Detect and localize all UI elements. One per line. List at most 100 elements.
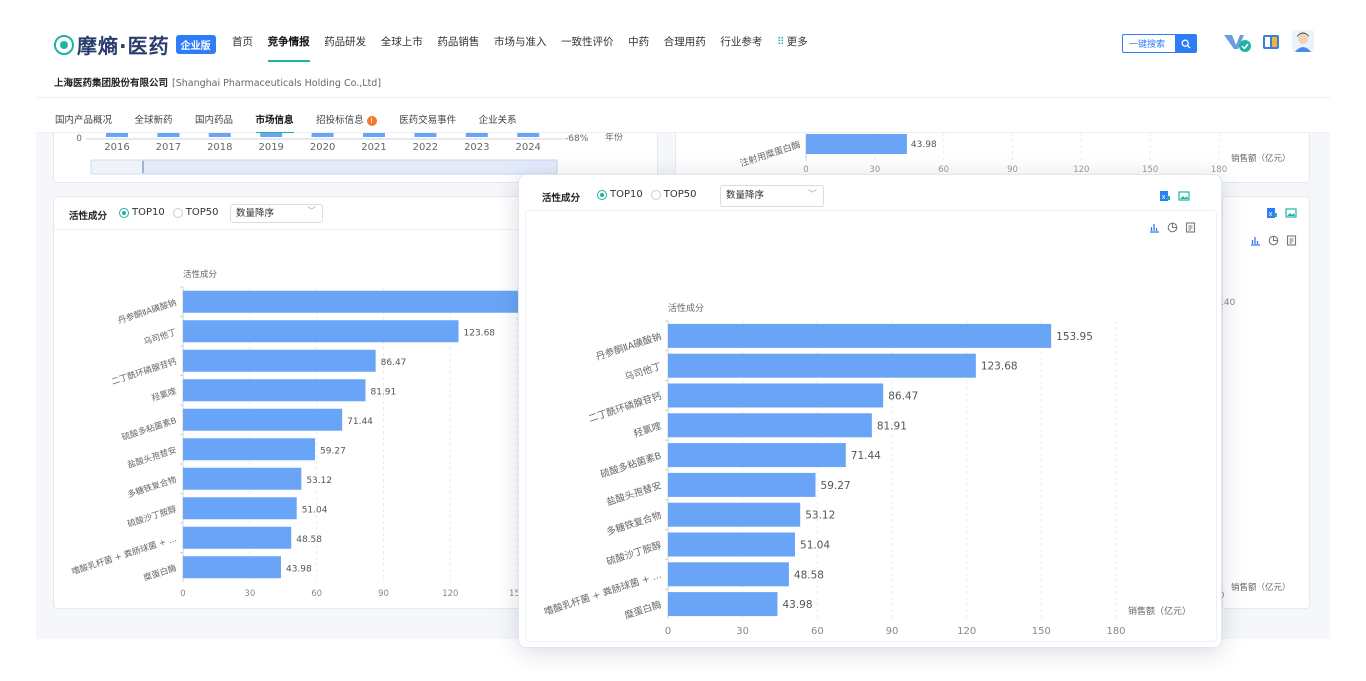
category-label: 硫酸多粘菌素B <box>599 450 663 481</box>
bar <box>806 134 907 154</box>
svg-text:x: x <box>1269 210 1273 218</box>
bar-value-label: 123.68 <box>981 361 1018 373</box>
avatar-icon[interactable] <box>1292 30 1314 52</box>
bar <box>668 413 872 438</box>
x-tick-label: 120 <box>442 589 458 599</box>
svg-text:x: x <box>1162 193 1166 201</box>
book-icon[interactable] <box>1262 33 1280 51</box>
right-panel-background: x .40 销售额（亿元） 0 <box>1219 196 1310 609</box>
brand-logo[interactable]: 摩熵·医药 企业版 <box>54 30 216 59</box>
excel-export-icon[interactable]: x <box>1159 190 1171 202</box>
table-view-icon[interactable] <box>1286 235 1297 246</box>
category-label: 二丁酰环磷腺苷钙 <box>587 390 663 425</box>
tab-label: 企业关系 <box>478 115 517 126</box>
menu-item-0[interactable]: 首页 <box>232 34 253 49</box>
tab-6[interactable]: 企业关系 <box>479 112 517 126</box>
zoom-slider-handle[interactable] <box>142 161 144 173</box>
bar <box>668 592 778 617</box>
pct-axis-label: -68% <box>565 134 589 144</box>
year-bar-stub <box>363 133 385 137</box>
popup-top-n-radio-group: TOP10 TOP50 <box>597 189 704 200</box>
excel-export-icon[interactable]: x <box>1266 207 1278 219</box>
ingredient-sales-chart: 0 30 60 90 120 150 180 活性成分销售额（亿元） 153.95 丹参酮ⅡA磺酸… <box>543 302 1191 637</box>
popup-radio-top10-label: TOP10 <box>610 189 643 200</box>
bar-value-label: 71.44 <box>851 450 881 462</box>
panel-title: 活性成分 <box>69 211 108 222</box>
menu-item-9[interactable]: 行业参考 <box>720 34 762 49</box>
bar-value-label: 86.47 <box>381 358 407 368</box>
year-tick-label: 2022 <box>413 142 438 153</box>
quick-search[interactable]: 一键搜索 <box>1122 34 1197 53</box>
bar-value-label: 81.91 <box>370 387 396 397</box>
bar-value-label: 53.12 <box>805 510 835 522</box>
tab-0[interactable]: 国内产品概况 <box>55 112 112 126</box>
bar-value-label: 51.04 <box>800 540 830 552</box>
x-tick-label: 180 <box>1106 626 1125 637</box>
menu-item-5[interactable]: 市场与准入 <box>494 34 547 49</box>
popup-title: 活性成分 <box>542 193 581 204</box>
radio-top50[interactable] <box>172 207 183 218</box>
year-bar-stub <box>208 133 231 137</box>
menu-item-7[interactable]: 中药 <box>628 34 649 49</box>
bar <box>668 532 796 557</box>
quick-search-label: 一键搜索 <box>1129 40 1166 50</box>
tab-1[interactable]: 全球新药 <box>135 112 173 126</box>
tab-label: 医药交易事件 <box>399 115 457 126</box>
tab-3[interactable]: 市场信息 <box>255 112 294 134</box>
popup-radio-top50[interactable] <box>650 189 661 200</box>
menu-item-1[interactable]: 竞争情报 <box>267 34 310 62</box>
year-tick-label: 2021 <box>361 142 386 153</box>
zoom-slider-range[interactable] <box>142 159 558 175</box>
company-name-en: [Shanghai Pharmaceuticals Holding Co.,Lt… <box>172 78 382 89</box>
bar <box>183 497 297 520</box>
category-label: 糜蛋白酶 <box>142 562 178 583</box>
menu-item-2[interactable]: 药品研发 <box>324 34 366 49</box>
x-tick-label: 90 <box>378 589 389 599</box>
radio-top10-label: TOP10 <box>132 207 165 218</box>
x-tick-label: 0 <box>665 626 671 637</box>
bar-value-label: 123.68 <box>464 328 496 338</box>
x-axis-name: 销售额（亿元） <box>1128 605 1191 617</box>
menu-more[interactable]: ⠿ 更多 <box>777 34 808 49</box>
menu-item-4[interactable]: 药品销售 <box>437 34 479 49</box>
popup-radio-top10[interactable] <box>597 189 607 200</box>
x-tick-label: 30 <box>736 626 749 637</box>
menu-item-6[interactable]: 一致性评价 <box>561 34 614 49</box>
search-button[interactable] <box>1175 35 1196 52</box>
radio-top10[interactable] <box>119 207 129 218</box>
popup-sort-select[interactable]: 数量降序 <box>720 185 824 207</box>
tab-5[interactable]: 医药交易事件 <box>399 112 456 126</box>
tab-2[interactable]: 国内药品 <box>195 112 233 126</box>
bar-value-label: 59.27 <box>320 446 346 456</box>
year-tick-label: 2017 <box>156 142 181 153</box>
year-bar-stub <box>260 133 283 137</box>
top-n-radio-group: TOP10 TOP50 <box>119 207 226 218</box>
menu-item-8[interactable]: 合理用药 <box>664 34 706 49</box>
y-zero-label: 0 <box>76 134 82 144</box>
alert-badge-icon: ! <box>366 116 377 126</box>
bar <box>183 349 376 372</box>
bar <box>668 562 789 587</box>
category-label: 二丁酰环磷腺苷钙 <box>110 356 179 388</box>
bar <box>183 379 366 402</box>
category-label: 硫酸多粘菌素B <box>120 415 178 443</box>
year-tick-label: 2018 <box>207 142 232 153</box>
bar-value-label: 48.58 <box>794 569 824 581</box>
image-export-icon[interactable] <box>1285 207 1297 219</box>
tab-4[interactable]: 招投标信息! <box>316 112 377 126</box>
menu-item-3[interactable]: 全球上市 <box>381 34 423 49</box>
category-label: 盐酸头孢替安 <box>605 479 663 508</box>
year-tick-label: 2020 <box>310 142 335 153</box>
pie-chart-icon[interactable] <box>1268 235 1279 246</box>
bar <box>668 323 1052 348</box>
right-panel-chart-type-icons <box>1243 235 1297 246</box>
bar-chart-icon[interactable] <box>1250 235 1261 246</box>
vip-icon[interactable] <box>1222 31 1252 53</box>
sort-select[interactable]: 数量降序 <box>230 204 323 223</box>
ingredient-chart-popup: 活性成分 TOP10 TOP50 数量降序 x 0 30 60 90 120 150 180… <box>518 174 1222 648</box>
image-export-icon[interactable] <box>1178 190 1190 202</box>
bar-value-label: 71.44 <box>347 417 373 427</box>
bar <box>183 556 281 579</box>
popup-radio-top50-label: TOP50 <box>663 189 697 200</box>
right-panel-export-icons: x <box>1259 207 1297 219</box>
